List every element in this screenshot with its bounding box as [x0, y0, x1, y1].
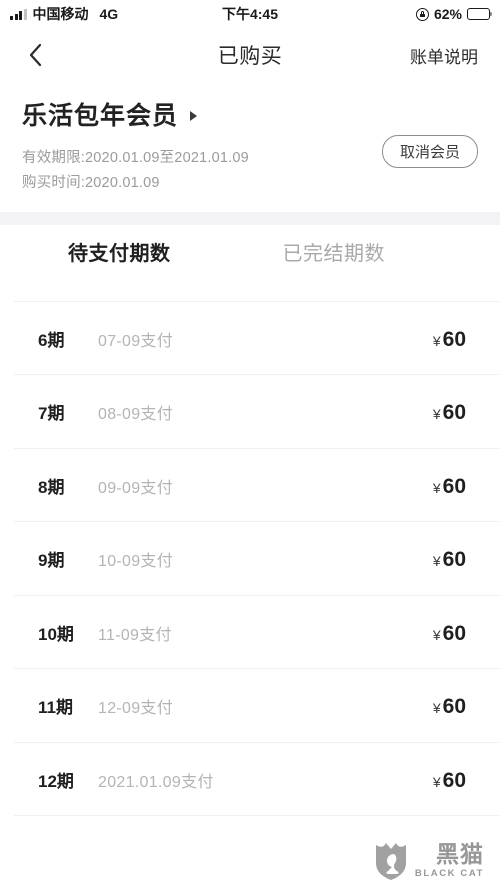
- installment-date-label: 2021.01.09支付: [98, 773, 214, 791]
- installment-row-inner: 12期 2021.01.09支付 ¥60: [38, 767, 466, 793]
- installment-period-label: 8期: [38, 477, 65, 497]
- installment-period-label: 11期: [38, 698, 73, 718]
- installment-row[interactable]: 8期 09-09支付 ¥60: [0, 449, 500, 523]
- battery-icon: [467, 8, 493, 20]
- watermark-en-label: BLACK CAT: [414, 868, 484, 880]
- installment-row-inner: 10期 11-09支付 ¥60: [38, 620, 466, 646]
- installment-amount: 60: [442, 327, 466, 351]
- currency-symbol: ¥: [432, 479, 441, 496]
- status-bar-right: 62%: [415, 6, 493, 22]
- installment-date-label: 08-09支付: [98, 406, 174, 424]
- installment-row[interactable]: 9期 10-09支付 ¥60: [0, 522, 500, 596]
- black-cat-shield-icon: [375, 843, 406, 880]
- installment-row[interactable]: 10期 11-09支付 ¥60: [0, 596, 500, 670]
- installment-date-label: 12-09支付: [98, 700, 174, 718]
- nav-bar: 已购买 账单说明: [0, 28, 500, 82]
- currency-symbol: ¥: [432, 773, 441, 790]
- installment-price: ¥60: [433, 475, 466, 499]
- installment-price: ¥60: [433, 769, 466, 793]
- watermark-cn-label: 黑猫: [436, 841, 484, 868]
- watermark: 黑猫 BLACK CAT: [374, 841, 484, 881]
- installment-price: ¥60: [433, 622, 466, 646]
- watermark-text: 黑猫 BLACK CAT: [415, 843, 484, 879]
- product-header: 乐活包年会员 有效期限:2020.01.09至2021.01.09 购买时间:2…: [0, 82, 500, 212]
- installment-date-label: 11-09支付: [98, 626, 172, 644]
- currency-symbol: ¥: [432, 332, 441, 349]
- product-title: 乐活包年会员: [22, 102, 179, 130]
- cancel-membership-button[interactable]: 取消会员: [381, 135, 478, 168]
- installment-price: ¥60: [433, 695, 466, 719]
- currency-symbol: ¥: [432, 406, 441, 423]
- currency-symbol: ¥: [432, 626, 441, 643]
- installment-row[interactable]: 12期 2021.01.09支付 ¥60: [0, 743, 500, 817]
- installment-row-inner: 7期 08-09支付 ¥60: [38, 399, 466, 425]
- tab-completed-installments[interactable]: 已完结期数: [283, 237, 386, 266]
- installment-amount: 60: [442, 548, 466, 572]
- battery-percent-label: 62%: [433, 6, 462, 22]
- currency-symbol: ¥: [432, 553, 441, 570]
- installment-tabs: 待支付期数 已完结期数: [0, 224, 500, 278]
- installment-amount: 60: [442, 695, 466, 719]
- installment-row[interactable]: 7期 08-09支付 ¥60: [0, 375, 500, 449]
- currency-symbol: ¥: [432, 700, 441, 717]
- rotation-lock-icon: [415, 7, 429, 21]
- status-bar: 中国移动 4G 下午4:45 62%: [0, 0, 500, 28]
- installment-period-label: 7期: [38, 404, 65, 424]
- product-purchase-time: 购买时间:2020.01.09: [22, 174, 160, 191]
- installment-price: ¥60: [433, 401, 466, 425]
- installment-date-label: 10-09支付: [98, 553, 174, 571]
- installment-date-label: 07-09支付: [98, 332, 174, 350]
- installment-period-label: 10期: [38, 624, 74, 644]
- installment-period-label: 12期: [38, 771, 74, 791]
- installment-amount: 60: [442, 768, 466, 792]
- installment-list[interactable]: 6期 07-09支付 ¥60 7期 08-09支付 ¥60 8期 09-09支付 ¥60 9期 10…: [0, 277, 500, 817]
- chevron-right-icon[interactable]: [190, 110, 198, 121]
- installment-amount: 60: [442, 474, 466, 498]
- installment-row[interactable]: 11期 12-09支付 ¥60: [0, 669, 500, 743]
- tab-pending-installments[interactable]: 待支付期数: [68, 237, 171, 266]
- installment-period-label: 6期: [38, 330, 65, 350]
- installment-row-inner: 11期 12-09支付 ¥60: [38, 693, 466, 719]
- installment-row[interactable]: 6期 07-09支付 ¥60: [0, 302, 500, 376]
- bill-description-button[interactable]: 账单说明: [410, 43, 478, 68]
- installment-row-inner: 9期 10-09支付 ¥60: [38, 546, 466, 572]
- installment-row[interactable]: [0, 278, 500, 302]
- section-divider: [0, 211, 500, 225]
- installment-amount: 60: [442, 621, 466, 645]
- installment-date-label: 09-09支付: [98, 479, 174, 497]
- product-title-row[interactable]: 乐活包年会员: [22, 96, 478, 132]
- installment-row-inner: 6期 07-09支付 ¥60: [38, 326, 466, 352]
- installment-period-label: 9期: [38, 551, 65, 571]
- installment-price: ¥60: [433, 548, 466, 572]
- installment-row-inner: 8期 09-09支付 ¥60: [38, 473, 466, 499]
- installment-amount: 60: [442, 401, 466, 425]
- installment-price: ¥60: [433, 328, 466, 352]
